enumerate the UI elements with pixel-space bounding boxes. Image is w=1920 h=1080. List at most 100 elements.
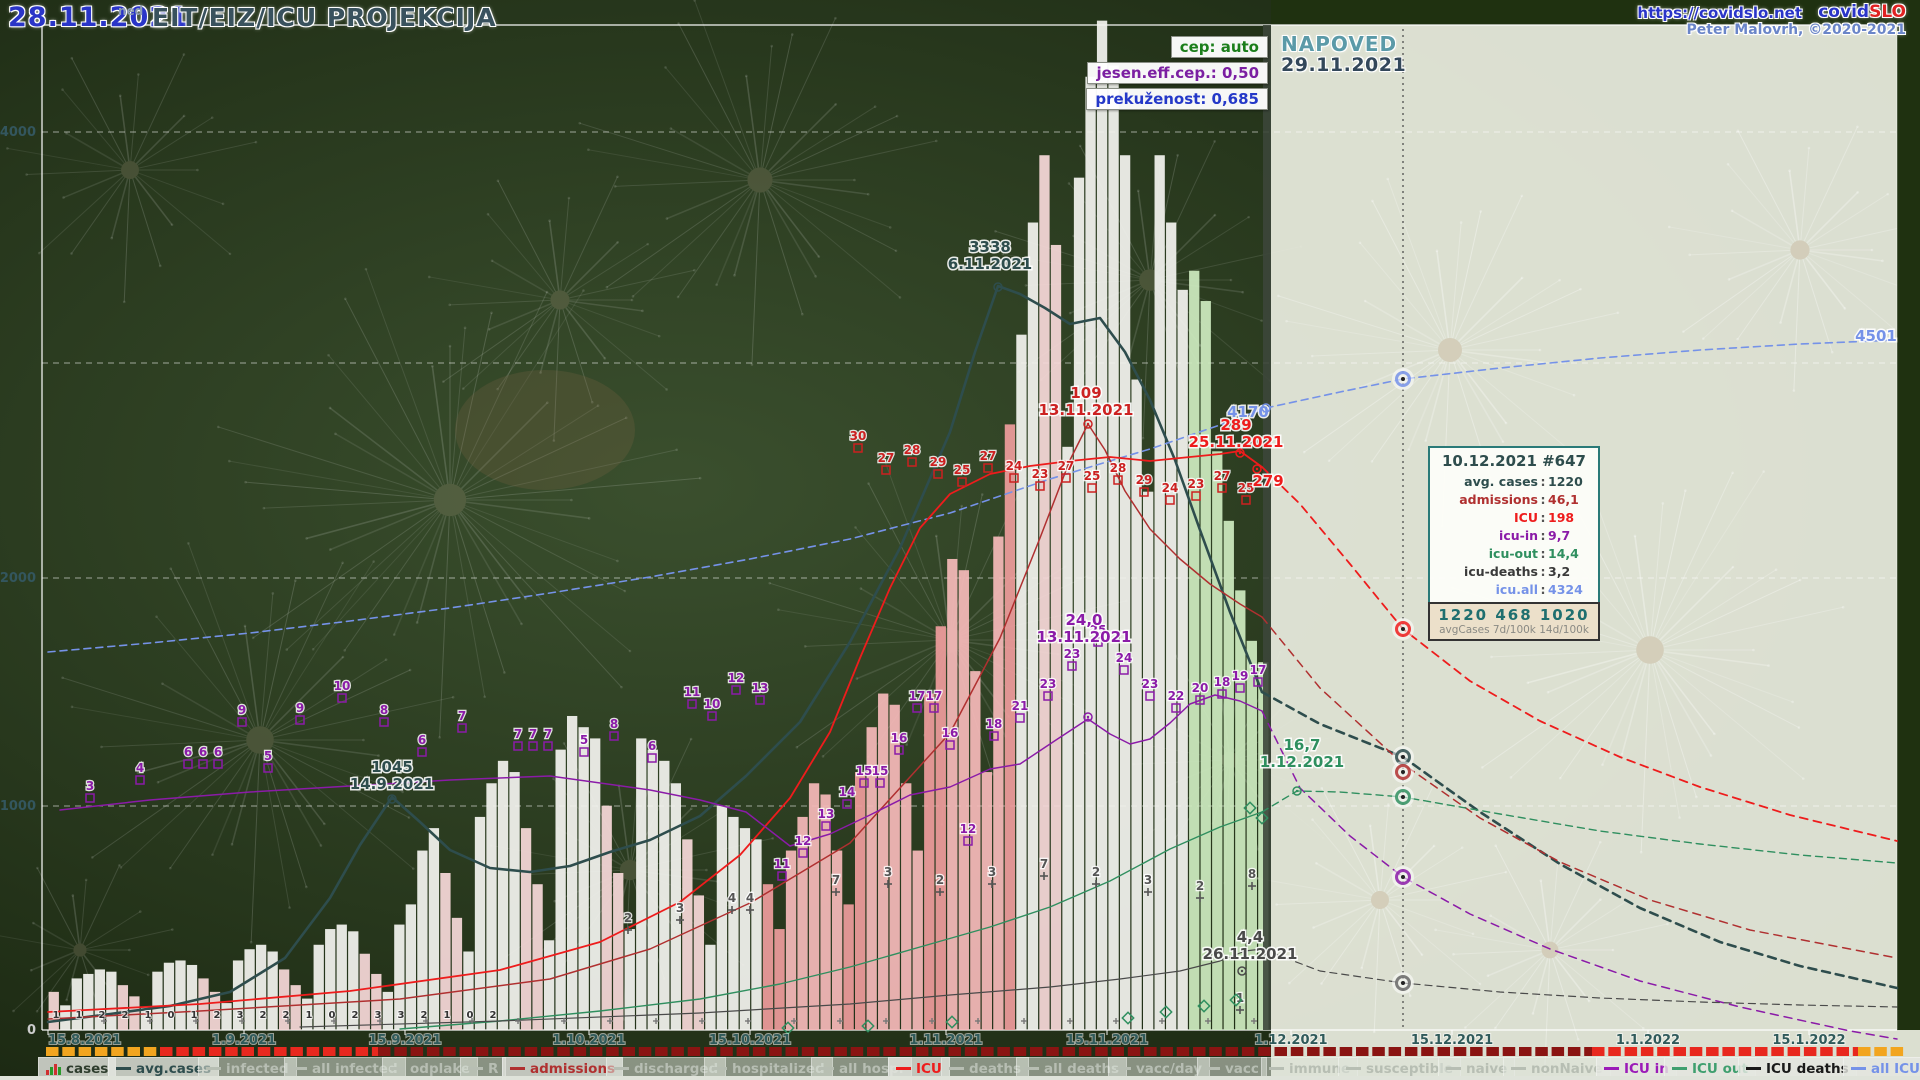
icu-in-daily-value: 24	[1116, 651, 1133, 665]
icu-daily-value: 29	[930, 455, 947, 469]
phase-strip-square	[62, 1047, 75, 1056]
phase-strip-square	[574, 1047, 587, 1056]
phase-strip-square	[79, 1047, 92, 1056]
annotation-label: 4501	[1855, 327, 1897, 345]
icu-in-daily-value: 3	[86, 779, 94, 793]
legend-item-label: deaths	[969, 1061, 1021, 1077]
icu-in-daily-value: 6	[418, 733, 426, 747]
series-line-icon	[1024, 1067, 1039, 1070]
phase-strip-square	[394, 1047, 407, 1056]
daily-cases-bar	[429, 828, 439, 1030]
phase-strip-square	[916, 1047, 929, 1056]
daily-cases-bar	[244, 949, 254, 1030]
phase-strip-square	[671, 1047, 684, 1056]
site-url[interactable]: https://covidslo.net	[1637, 4, 1802, 22]
annotation-label: 1045	[371, 758, 413, 776]
daily-cases-bar	[1178, 290, 1188, 1030]
icu-in-daily-value: 9	[296, 701, 304, 715]
phase-strip-square	[323, 1047, 336, 1056]
daily-cases-bar	[106, 972, 116, 1030]
icu-daily-value: 23	[1188, 477, 1205, 491]
phase-strip-square	[1788, 1047, 1801, 1056]
forecast-label: NAPOVED	[1281, 33, 1406, 55]
tooltip-row-ICU: ICU:198	[1430, 508, 1598, 526]
daily-cases-bar	[1120, 155, 1130, 1030]
site-logo[interactable]: covidSLO	[1818, 2, 1906, 22]
phase-strip-square	[1739, 1047, 1752, 1056]
phase-strip-square	[1030, 1047, 1043, 1056]
y-axis-label: 2000	[0, 571, 36, 586]
icu-deaths-daily-value: 4	[746, 891, 754, 905]
icu-deaths-daily-value: 7	[1040, 857, 1048, 871]
icu-in-daily-value: 7	[514, 727, 522, 741]
phase-strip-square	[1625, 1047, 1638, 1056]
daily-cases-bar	[498, 761, 508, 1030]
series-line-icon	[390, 1067, 405, 1070]
icu-in-daily-value: 20	[1192, 681, 1209, 695]
phase-strip-square	[193, 1047, 206, 1056]
tooltip-row-icu-out: icu-out:14,4	[1430, 544, 1598, 562]
phase-strip-square	[753, 1047, 766, 1056]
legend-item-label: vacc	[1225, 1061, 1259, 1077]
daily-cases-bar	[567, 716, 577, 1030]
icu-in-daily-value: 8	[610, 717, 618, 731]
icu-in-daily-value: 10	[334, 679, 351, 693]
phase-strip-square	[786, 1047, 799, 1056]
phase-strip-square	[1323, 1047, 1336, 1056]
icu-deaths-daily-value: 2	[936, 873, 944, 887]
daily-cases-bar	[613, 873, 623, 1030]
phase-strip-square	[1063, 1047, 1076, 1056]
daily-cases-bar	[555, 750, 565, 1030]
phase-strip-square	[411, 1047, 424, 1056]
phase-strip-square	[606, 1047, 619, 1056]
phase-strip-square	[834, 1047, 847, 1056]
icu-daily-value: 23	[1032, 467, 1049, 481]
phase-strip-square	[160, 1047, 173, 1056]
daily-cases-bar	[221, 1003, 231, 1030]
icu-daily-value: 25	[954, 463, 971, 477]
phase-strip-square	[1177, 1047, 1190, 1056]
icu-in-daily-value: 12	[960, 822, 977, 836]
phase-strip-square	[965, 1047, 978, 1056]
phase-strip-square	[492, 1047, 505, 1056]
icu-in-daily-value: 5	[264, 749, 272, 763]
daily-cases-bar	[970, 671, 980, 1030]
icu-in-daily-value: 7	[544, 727, 552, 741]
tooltip-footer: 1220 468 1020 avgCases 7d/100k 14d/100k	[1428, 602, 1600, 641]
series-line-icon	[510, 1067, 525, 1070]
phase-strip-square	[737, 1047, 750, 1056]
daily-cases-bar	[417, 851, 427, 1030]
legend-item-label: naive	[1466, 1061, 1507, 1077]
annotation-label: 279	[1252, 472, 1283, 490]
phase-strip-square	[1503, 1047, 1516, 1056]
phase-strip-square	[1307, 1047, 1320, 1056]
series-line-icon	[819, 1067, 834, 1070]
phase-strip-square	[1160, 1047, 1173, 1056]
covid-projection-dashboard: 4000200010000346669591086777758611101213…	[0, 0, 1920, 1080]
icu-in-daily-value: 6	[648, 739, 656, 753]
icu-in-daily-value: 17	[1250, 663, 1267, 677]
phase-strip-square	[111, 1047, 124, 1056]
daily-cases-bar	[1189, 271, 1199, 1030]
x-axis-label: 15.8.2021	[48, 1033, 121, 1048]
param-box-2: prekuženost: 0,685	[1086, 88, 1268, 110]
phase-strip-square	[981, 1047, 994, 1056]
icu-in-daily-value: 11	[774, 857, 791, 871]
icu-daily-value: 24	[1162, 481, 1179, 495]
bar-bottom-count: 1	[444, 1010, 451, 1021]
series-line-icon	[712, 1067, 727, 1070]
daily-cases-bar	[1166, 223, 1176, 1030]
phase-strip-square	[258, 1047, 271, 1056]
daily-cases-bar	[1028, 223, 1038, 1030]
annotation-label: 6.11.2021	[948, 255, 1032, 273]
daily-cases-bar	[694, 895, 704, 1030]
annotation-label: 13.11.2021	[1037, 628, 1132, 646]
phase-strip-square	[176, 1047, 189, 1056]
phase-strip-square	[1722, 1047, 1735, 1056]
series-line-icon	[1851, 1067, 1866, 1070]
phase-strip-square	[900, 1047, 913, 1056]
bar-bottom-count: 1	[306, 1010, 313, 1021]
icu-in-daily-value: 6	[199, 745, 207, 759]
annotation-label: 25.11.2021	[1189, 433, 1284, 451]
legend-item-label: ICU deaths	[1766, 1061, 1849, 1077]
